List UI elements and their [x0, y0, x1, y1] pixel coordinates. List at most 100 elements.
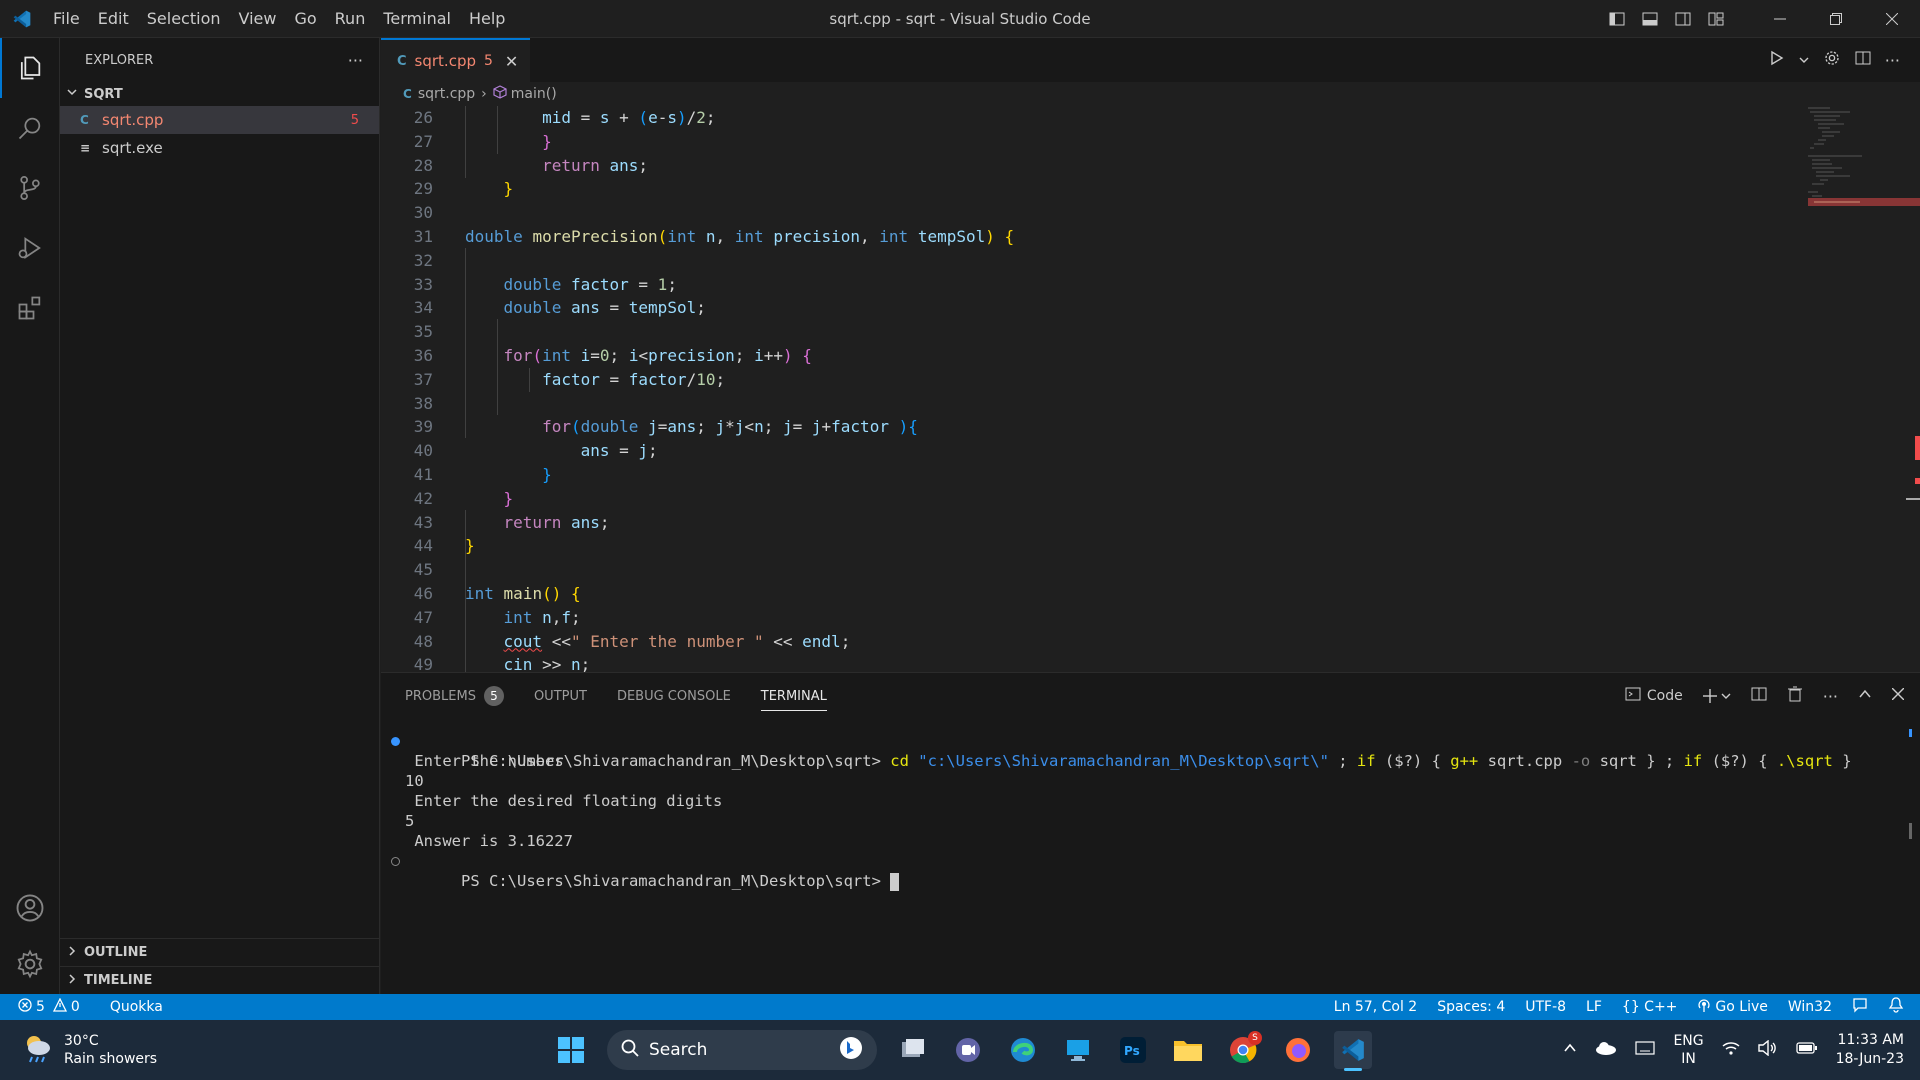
- run-and-debug-icon[interactable]: [0, 218, 60, 278]
- platform[interactable]: Win32: [1788, 999, 1832, 1015]
- timeline-section[interactable]: TIMELINE: [60, 966, 380, 994]
- edge-browser-icon[interactable]: [1004, 1031, 1042, 1069]
- source-control-icon[interactable]: [0, 158, 60, 218]
- settings-gear-icon[interactable]: [1823, 49, 1841, 71]
- keyboard-icon[interactable]: [1635, 1041, 1656, 1059]
- vscode-taskbar-icon[interactable]: [1334, 1031, 1372, 1071]
- menu-selection[interactable]: Selection: [138, 0, 230, 38]
- file-explorer-icon[interactable]: [1169, 1031, 1207, 1069]
- menu-file[interactable]: File: [44, 0, 89, 38]
- breadcrumb-symbol[interactable]: main(): [511, 86, 557, 102]
- terminal-prompt: PS C:\Users\Shivaramachandran_M\Desktop\…: [461, 872, 881, 890]
- go-live-button[interactable]: Go Live: [1697, 998, 1768, 1016]
- terminal-scrollbar[interactable]: [1909, 823, 1912, 839]
- toggle-secondary-sidebar-icon[interactable]: [1666, 0, 1699, 38]
- file-item-sqrt-cpp[interactable]: C sqrt.cpp 5: [60, 106, 379, 134]
- more-actions-icon[interactable]: ···: [348, 51, 363, 70]
- volume-icon[interactable]: [1757, 1039, 1778, 1060]
- code-token: mid: [542, 108, 571, 127]
- photoshop-icon[interactable]: Ps: [1114, 1031, 1152, 1069]
- search-icon[interactable]: [0, 98, 60, 158]
- explorer-icon[interactable]: [0, 38, 60, 98]
- close-tab-icon[interactable]: ✕: [505, 52, 518, 71]
- windows-start-icon[interactable]: [552, 1031, 590, 1069]
- notifications-bell-icon[interactable]: [1888, 997, 1904, 1017]
- minimize-icon[interactable]: [1752, 0, 1808, 38]
- breadcrumb-file[interactable]: sqrt.cpp: [418, 86, 475, 102]
- accounts-icon[interactable]: [0, 878, 60, 938]
- chevron-up-icon[interactable]: [1563, 1041, 1577, 1059]
- language-mode[interactable]: {} C++: [1622, 999, 1678, 1015]
- folder-sqrt[interactable]: SQRT: [60, 82, 379, 106]
- tab-debug-console[interactable]: DEBUG CONSOLE: [617, 673, 731, 719]
- maximize-panel-chevron-up-icon[interactable]: [1858, 687, 1872, 705]
- split-terminal-icon[interactable]: [1751, 686, 1767, 706]
- code-token: (: [570, 417, 581, 437]
- minimap[interactable]: [1800, 106, 1920, 672]
- onedrive-cloud-icon[interactable]: [1595, 1041, 1617, 1059]
- close-panel-icon[interactable]: [1891, 687, 1905, 704]
- restore-icon[interactable]: [1808, 0, 1864, 38]
- weather-widget[interactable]: 30°C Rain showers: [20, 1031, 157, 1069]
- customize-layout-icon[interactable]: [1699, 0, 1732, 38]
- chevron-down-icon[interactable]: [1799, 51, 1809, 69]
- close-window-icon[interactable]: [1864, 0, 1920, 38]
- kill-terminal-trash-icon[interactable]: [1787, 686, 1803, 706]
- menu-terminal[interactable]: Terminal: [374, 0, 460, 38]
- problems-status[interactable]: 5 0: [18, 997, 80, 1016]
- toggle-panel-icon[interactable]: [1633, 0, 1666, 38]
- firefox-browser-icon[interactable]: [1279, 1031, 1317, 1069]
- split-editor-icon[interactable]: [1855, 50, 1871, 70]
- menu-help[interactable]: Help: [460, 0, 514, 38]
- feedback-icon[interactable]: [1852, 997, 1868, 1017]
- menu-view[interactable]: View: [230, 0, 286, 38]
- encoding[interactable]: UTF-8: [1525, 999, 1566, 1015]
- menu-run[interactable]: Run: [326, 0, 375, 38]
- battery-icon[interactable]: [1795, 1041, 1818, 1059]
- code-token: ): [898, 417, 909, 437]
- remote-desktop-icon[interactable]: [1059, 1031, 1097, 1069]
- menu-go[interactable]: Go: [285, 0, 325, 38]
- wifi-icon[interactable]: [1722, 1040, 1740, 1060]
- terminal-selector[interactable]: Code: [1625, 686, 1683, 706]
- code-token: ;: [840, 631, 851, 651]
- taskbar-search[interactable]: Search: [607, 1030, 877, 1070]
- tab-output[interactable]: OUTPUT: [534, 673, 587, 719]
- code-editor[interactable]: 26 mid = s + (e-s)/2; 27 } 28 return ans; 2…: [381, 106, 1881, 672]
- language-indicator[interactable]: ENG IN: [1673, 1032, 1703, 1068]
- code-token: factor: [628, 369, 687, 389]
- outline-section[interactable]: OUTLINE: [60, 938, 380, 966]
- extensions-icon[interactable]: [0, 278, 60, 338]
- system-clock[interactable]: 11:33 AM 18-Jun-23: [1836, 1031, 1904, 1069]
- teams-chat-icon[interactable]: [949, 1031, 987, 1069]
- end-of-line[interactable]: LF: [1586, 999, 1602, 1015]
- menu-edit[interactable]: Edit: [89, 0, 138, 38]
- terminal-output[interactable]: PS C:\Users\Shivaramachandran_M\Desktop\…: [381, 719, 1920, 891]
- tab-sqrt-cpp[interactable]: C sqrt.cpp 5 ✕: [381, 38, 531, 82]
- file-item-sqrt-exe[interactable]: ≡ sqrt.exe: [60, 134, 379, 162]
- code-token: n: [705, 226, 716, 246]
- code-token: =: [609, 441, 639, 461]
- manage-gear-icon[interactable]: [0, 934, 60, 994]
- cursor-position[interactable]: Ln 57, Col 2: [1334, 999, 1417, 1015]
- toggle-primary-sidebar-icon[interactable]: [1600, 0, 1633, 38]
- indentation[interactable]: Spaces: 4: [1437, 999, 1505, 1015]
- code-token: =: [570, 108, 600, 127]
- chrome-browser-icon[interactable]: S: [1224, 1031, 1262, 1069]
- code-token: 0: [599, 345, 610, 365]
- new-terminal-plus-icon[interactable]: [1702, 689, 1731, 703]
- tab-terminal[interactable]: TERMINAL: [760, 673, 828, 719]
- task-view-icon[interactable]: [894, 1031, 932, 1069]
- more-actions-icon[interactable]: ···: [1823, 687, 1838, 706]
- code-token: +: [821, 417, 832, 437]
- more-actions-icon[interactable]: ···: [1885, 51, 1900, 70]
- quokka-status[interactable]: Quokka: [110, 999, 163, 1015]
- run-file-icon[interactable]: [1769, 50, 1785, 70]
- tab-problems[interactable]: PROBLEMS 5: [405, 673, 504, 719]
- code-token: j: [715, 417, 726, 437]
